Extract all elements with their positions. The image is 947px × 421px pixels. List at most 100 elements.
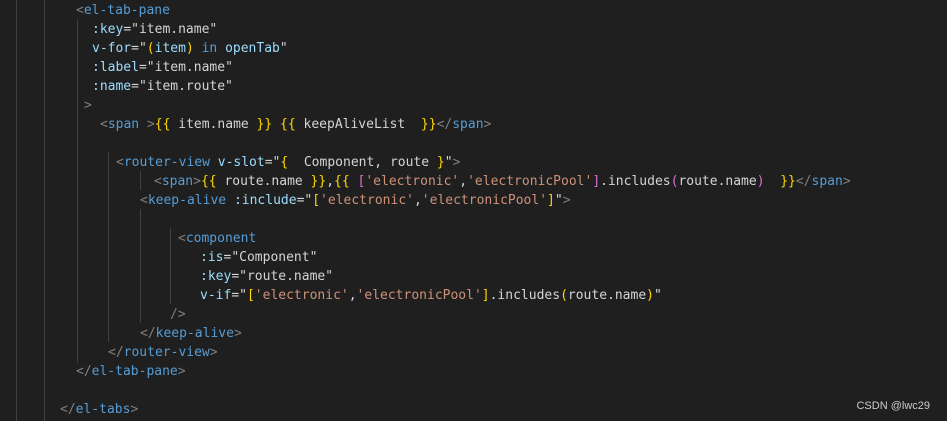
code-token: :key <box>200 269 232 284</box>
code-token: = <box>264 155 273 170</box>
code-token: < <box>178 231 186 246</box>
code-token: route.name <box>567 288 647 303</box>
code-token: "item.name" <box>146 60 233 75</box>
code-token: > <box>84 98 92 113</box>
code-token: router-view <box>123 345 210 360</box>
code-line[interactable]: <router-view v-slot="{ Component, route … <box>116 153 460 172</box>
code-token: span <box>452 117 484 132</box>
code-token: v-for <box>92 41 132 56</box>
code-token: component <box>185 231 257 246</box>
code-token: span <box>107 117 140 132</box>
code-token: < <box>100 117 108 132</box>
code-token: el-tab-pane <box>83 3 170 18</box>
code-token: </ <box>76 364 92 379</box>
code-token: .includes <box>600 174 671 189</box>
code-token: < <box>76 3 84 18</box>
code-line[interactable]: <span>{{ route.name }},{{ ['electronic',… <box>154 172 851 191</box>
code-token: " <box>554 193 563 208</box>
code-line[interactable]: :label="item.name" <box>92 58 233 77</box>
code-token: > <box>193 174 201 189</box>
code-token: Component, route <box>288 155 437 170</box>
indent-guide <box>77 19 78 363</box>
code-line[interactable]: :key="item.name" <box>92 20 217 39</box>
code-token: {{ <box>280 117 296 132</box>
indent-guide <box>170 228 171 304</box>
code-token: " <box>279 41 288 56</box>
code-token: keep-alive <box>147 193 227 208</box>
code-token: keepAliveList <box>295 117 421 132</box>
code-line[interactable]: <component <box>178 229 256 248</box>
code-token: > <box>209 345 218 360</box>
code-token: span <box>811 174 843 189</box>
code-editor[interactable]: <el-tab-pane:key="item.name" v-for="(item… <box>0 0 947 421</box>
code-token: ] <box>547 193 555 208</box>
code-token: < <box>154 174 162 189</box>
code-token: 'electronicPool' <box>421 193 548 208</box>
code-token: < <box>116 155 124 170</box>
code-token: el-tab-pane <box>91 364 178 379</box>
code-token: " <box>138 41 147 56</box>
code-token: > <box>177 364 186 379</box>
code-line[interactable]: </keep-alive> <box>140 324 242 343</box>
code-token: item <box>154 41 186 56</box>
code-token: > <box>233 326 242 341</box>
code-token: > <box>842 174 851 189</box>
code-line[interactable]: /> <box>170 305 186 324</box>
code-token: </ <box>60 402 76 417</box>
code-token: </ <box>108 345 124 360</box>
code-token: = <box>131 79 139 94</box>
code-line[interactable]: :is="Component" <box>200 248 317 267</box>
code-token: ( <box>146 41 155 56</box>
code-line[interactable]: </router-view> <box>108 343 218 362</box>
code-token: 'electronicPool' <box>356 288 482 303</box>
code-token: v-slot <box>217 155 265 170</box>
code-token: = <box>231 269 240 284</box>
code-token: ) <box>185 41 194 56</box>
code-token: route.name <box>678 174 757 189</box>
code-token: " <box>444 155 453 170</box>
code-token: , <box>459 174 468 189</box>
code-token: {{ <box>334 174 350 189</box>
code-token: </ <box>795 174 812 189</box>
code-token: 'electronicPool' <box>467 174 593 189</box>
code-token: span <box>161 174 194 189</box>
code-token: 'electronic' <box>365 174 460 189</box>
code-token: "item.name" <box>131 22 218 37</box>
code-token: ( <box>560 288 568 303</box>
code-line[interactable]: </el-tab-pane> <box>76 362 186 381</box>
code-line[interactable]: v-for="(item) in openTab" <box>92 39 288 58</box>
code-token: {{ <box>200 174 217 189</box>
indent-guide <box>140 171 141 190</box>
code-token: v-if <box>200 288 232 303</box>
code-line[interactable]: <span >{{ item.name }} {{ keepAliveList … <box>100 115 491 134</box>
code-line[interactable]: > <box>84 96 92 115</box>
code-token: , <box>326 174 335 189</box>
code-token: "Component" <box>231 250 318 265</box>
code-token: :is <box>200 250 224 265</box>
code-token: openTab <box>225 41 280 56</box>
code-token: </ <box>140 326 156 341</box>
code-line[interactable]: v-if="['electronic','electronicPool'].in… <box>200 286 662 305</box>
code-token: > <box>130 402 139 417</box>
code-token: "route.name" <box>239 269 334 284</box>
code-token: router-view <box>123 155 210 170</box>
watermark: CSDN @lwc29 <box>856 400 930 412</box>
code-token: keep-alive <box>155 326 234 341</box>
code-token: } <box>436 155 445 170</box>
code-token: :name <box>92 79 132 94</box>
code-line[interactable]: <keep-alive :include="['electronic','ele… <box>140 191 571 210</box>
code-line[interactable]: <el-tab-pane <box>76 1 170 20</box>
code-line[interactable]: :key="route.name" <box>200 267 333 286</box>
code-token: ) <box>646 288 654 303</box>
code-line[interactable]: :name="item.route" <box>92 77 233 96</box>
code-token: [ <box>246 288 255 303</box>
code-token: = <box>231 288 240 303</box>
code-token: > <box>139 117 155 132</box>
code-line[interactable]: </el-tabs> <box>60 400 138 419</box>
code-token: 'electronic' <box>254 288 349 303</box>
